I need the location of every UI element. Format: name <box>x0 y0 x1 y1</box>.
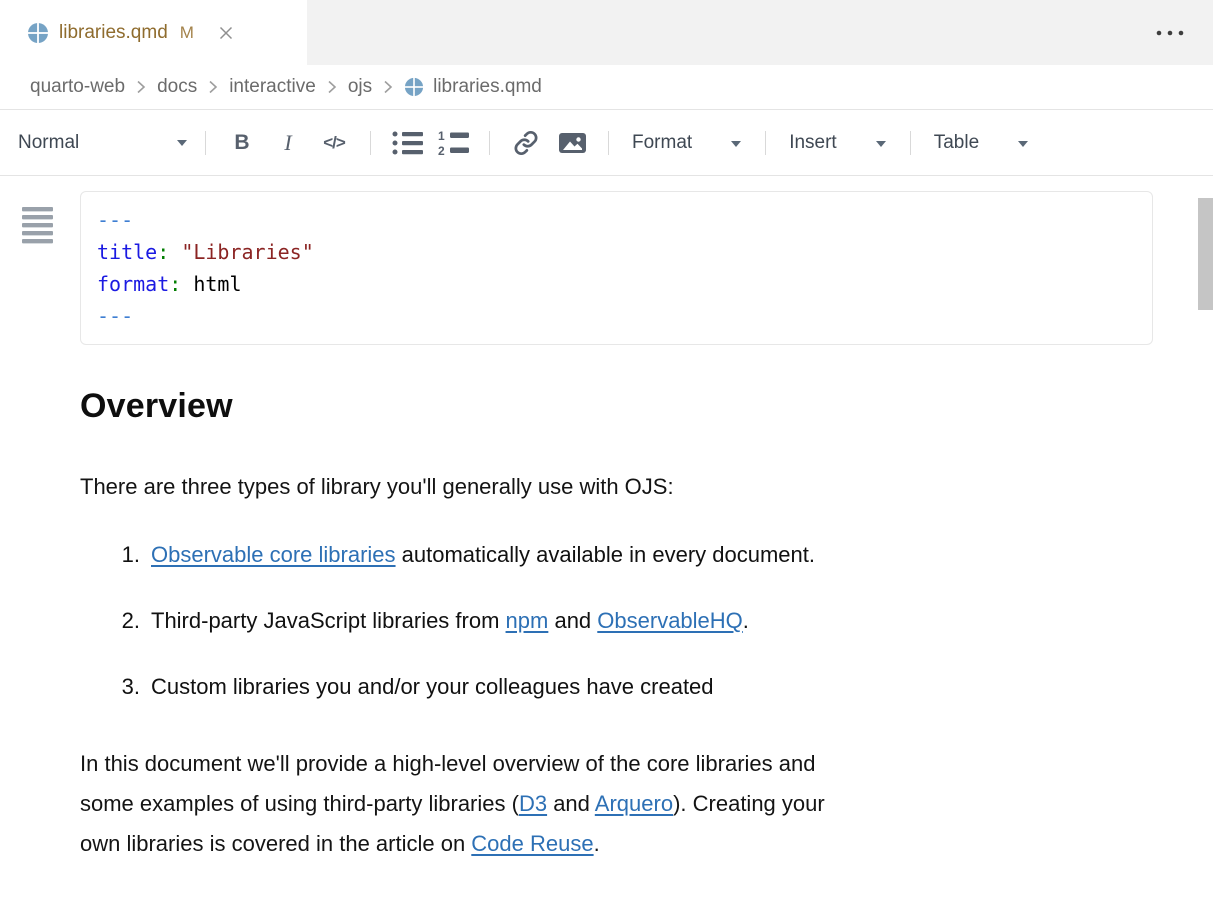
insert-menu-label: Insert <box>789 132 837 154</box>
paragraph-line: some examples of using third-party libra… <box>80 784 1153 824</box>
list-item[interactable]: 1. Observable core libraries automatical… <box>80 540 1153 570</box>
yaml-delimiter: --- <box>97 204 1136 236</box>
breadcrumb-item-ojs[interactable]: ojs <box>348 76 372 98</box>
list-item-number: 3. <box>100 672 151 702</box>
modified-badge: M <box>180 23 194 43</box>
svg-text:2: 2 <box>438 144 445 156</box>
numbered-list-button[interactable]: 1 2 <box>430 130 476 156</box>
caret-down-icon <box>176 139 188 147</box>
paragraph-style-dropdown[interactable]: Normal <box>14 128 192 158</box>
quarto-file-icon <box>404 77 424 97</box>
tab-libraries-qmd[interactable]: libraries.qmd M <box>0 0 307 65</box>
list-item-number: 2. <box>100 606 151 636</box>
list-item[interactable]: 3. Custom libraries you and/or your coll… <box>80 672 1153 702</box>
link-d3[interactable]: D3 <box>519 791 547 816</box>
yaml-front-matter-block[interactable]: --- title: "Libraries" format: html --- <box>80 191 1153 345</box>
paragraph-style-value: Normal <box>18 132 79 154</box>
link-observable-core-libraries[interactable]: Observable core libraries <box>151 542 396 567</box>
visual-editor-content[interactable]: --- title: "Libraries" format: html --- … <box>0 191 1213 903</box>
yaml-entry-title: title: "Libraries" <box>97 236 1136 268</box>
caret-down-icon <box>875 140 887 148</box>
paragraph-line: In this document we'll provide a high-le… <box>80 744 1153 784</box>
link-npm[interactable]: npm <box>506 608 549 633</box>
inline-code-button[interactable]: </> <box>311 133 357 153</box>
link-observablehq[interactable]: ObservableHQ <box>597 608 743 633</box>
close-tab-icon[interactable] <box>218 25 234 41</box>
yaml-entry-format: format: html <box>97 268 1136 300</box>
table-menu-label: Table <box>934 132 979 154</box>
tab-title: libraries.qmd <box>59 22 168 44</box>
format-menu-label: Format <box>632 132 692 154</box>
editor-tab-bar: libraries.qmd M <box>0 0 1213 65</box>
svg-text:1: 1 <box>438 130 445 143</box>
toolbar-separator <box>370 131 371 155</box>
toolbar-separator <box>205 131 206 155</box>
formatting-toolbar: Normal B I </> 1 2 Fo <box>0 110 1213 176</box>
bulleted-list-button[interactable] <box>384 130 430 156</box>
list-item-text: Third-party JavaScript libraries from np… <box>151 606 749 636</box>
block-drag-handle-icon[interactable] <box>22 207 53 244</box>
toolbar-separator <box>489 131 490 155</box>
breadcrumb-file-label: libraries.qmd <box>433 76 542 98</box>
chevron-right-icon <box>327 79 337 95</box>
link-code-reuse[interactable]: Code Reuse <box>471 831 593 856</box>
chevron-right-icon <box>383 79 393 95</box>
breadcrumb-item-docs[interactable]: docs <box>157 76 197 98</box>
yaml-delimiter: --- <box>97 300 1136 332</box>
breadcrumb-item-interactive[interactable]: interactive <box>229 76 316 98</box>
link-arquero[interactable]: Arquero <box>595 791 673 816</box>
list-item-text: Custom libraries you and/or your colleag… <box>151 672 714 702</box>
toolbar-separator <box>910 131 911 155</box>
format-menu[interactable]: Format <box>622 132 752 154</box>
closing-paragraph[interactable]: In this document we'll provide a high-le… <box>80 744 1153 864</box>
ordered-list: 1. Observable core libraries automatical… <box>80 540 1153 702</box>
italic-button[interactable]: I <box>265 130 311 156</box>
bold-button[interactable]: B <box>219 131 265 155</box>
toolbar-separator <box>608 131 609 155</box>
caret-down-icon <box>730 140 742 148</box>
breadcrumb: quarto-web docs interactive ojs librarie… <box>0 65 1213 110</box>
intro-paragraph[interactable]: There are three types of library you'll … <box>80 472 1153 502</box>
quarto-file-icon <box>27 22 49 44</box>
toolbar-separator <box>765 131 766 155</box>
tab-bar-spacer <box>307 0 1155 65</box>
paragraph-line: own libraries is covered in the article … <box>80 824 1153 864</box>
list-item-number: 1. <box>100 540 151 570</box>
table-menu[interactable]: Table <box>924 132 1039 154</box>
list-item[interactable]: 2. Third-party JavaScript libraries from… <box>80 606 1153 636</box>
insert-image-button[interactable] <box>549 131 595 155</box>
chevron-right-icon <box>136 79 146 95</box>
insert-menu[interactable]: Insert <box>779 132 897 154</box>
vertical-scrollbar-thumb[interactable] <box>1198 198 1213 310</box>
insert-link-button[interactable] <box>503 130 549 156</box>
more-actions-icon[interactable] <box>1155 0 1213 65</box>
section-heading[interactable]: Overview <box>80 387 1153 426</box>
breadcrumb-item-quarto-web[interactable]: quarto-web <box>30 76 125 98</box>
breadcrumb-item-file[interactable]: libraries.qmd <box>404 76 542 98</box>
chevron-right-icon <box>208 79 218 95</box>
list-item-text: Observable core libraries automatically … <box>151 540 815 570</box>
caret-down-icon <box>1017 140 1029 148</box>
